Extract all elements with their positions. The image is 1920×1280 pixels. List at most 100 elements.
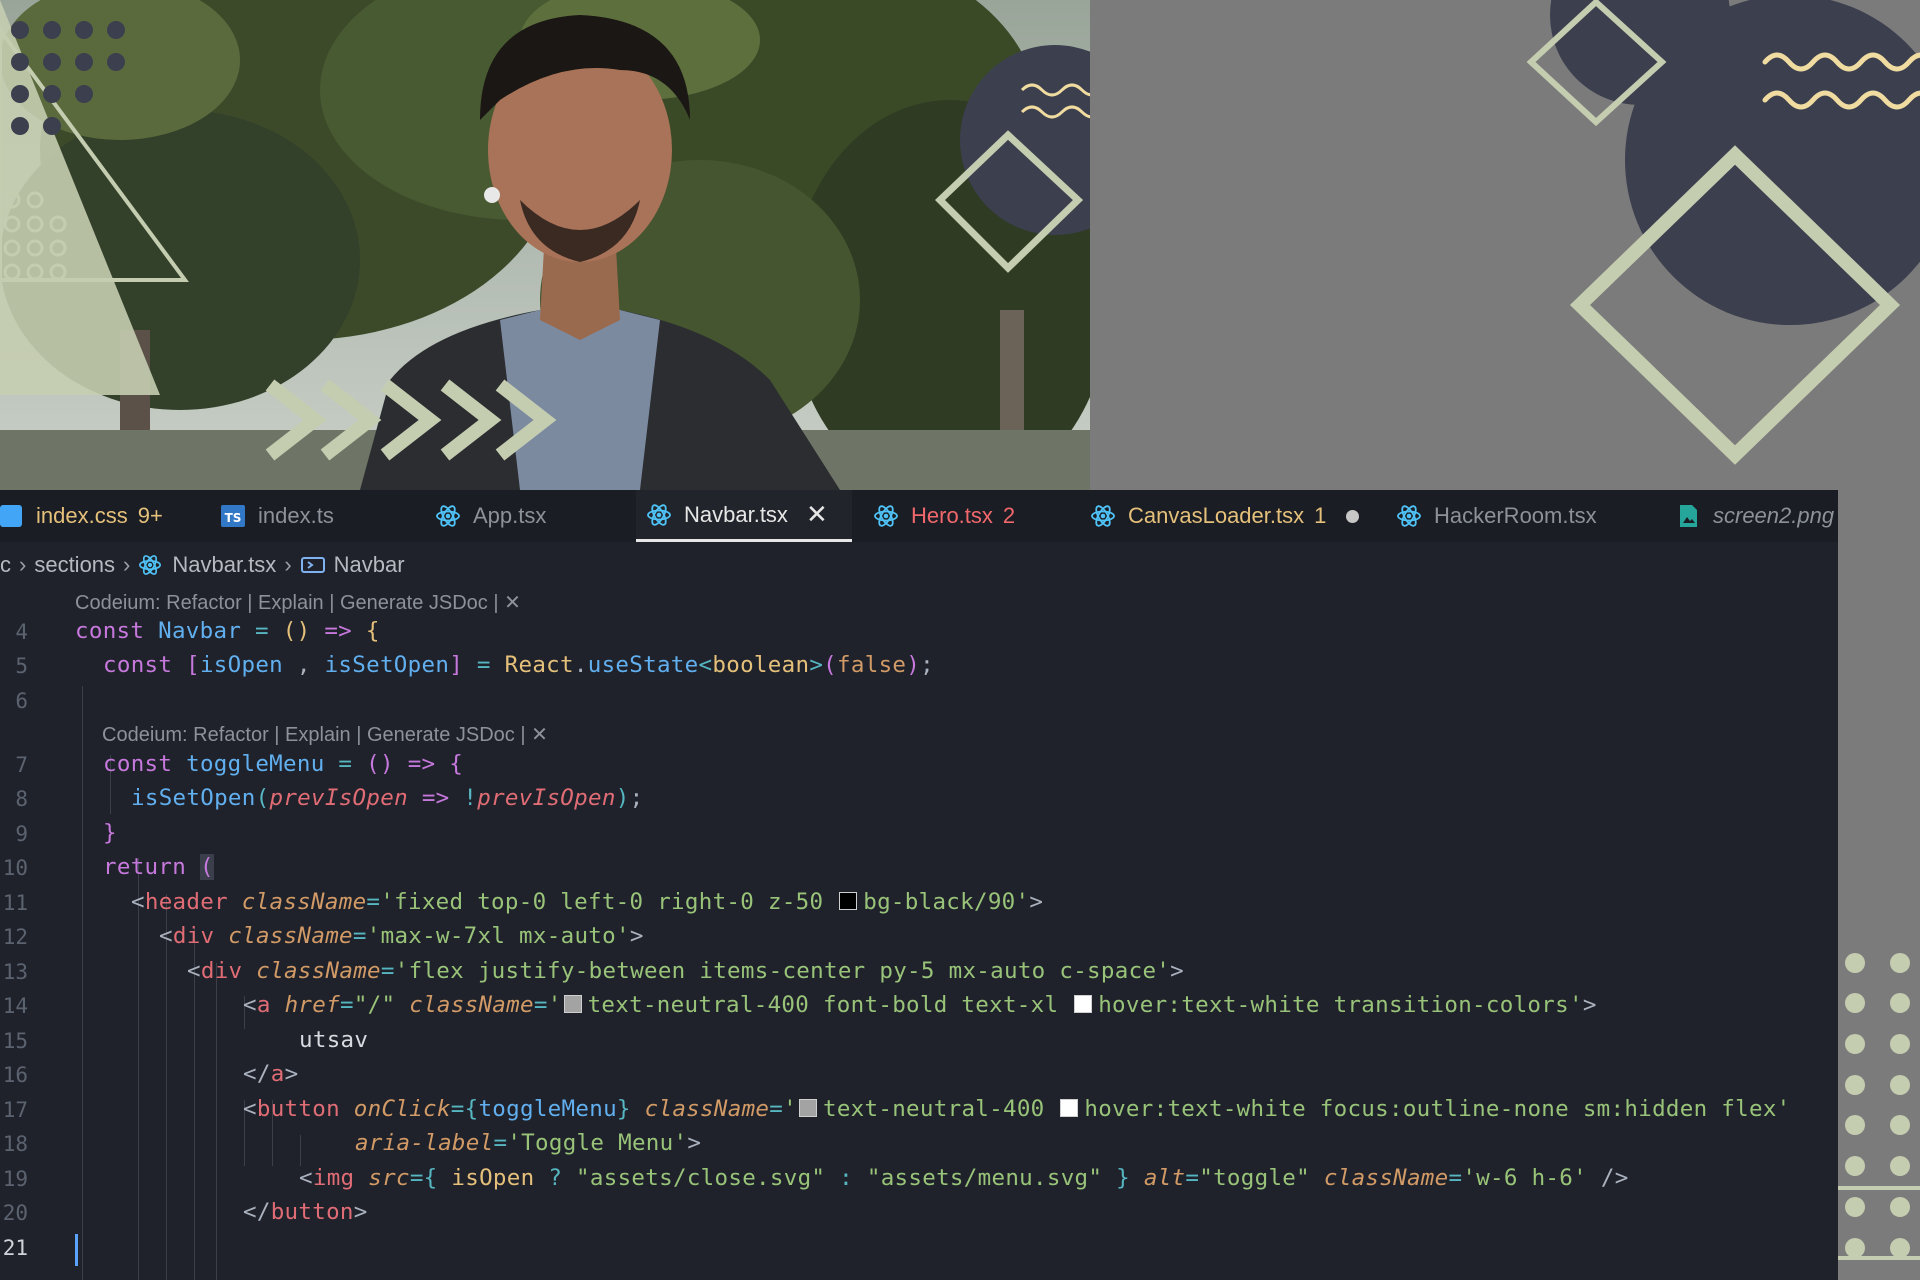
- line-number: 11: [2, 891, 28, 915]
- operator: =: [409, 1165, 424, 1191]
- code-line[interactable]: const toggleMenu = () => {: [103, 751, 463, 777]
- unsaved-dot-icon: [1346, 509, 1360, 523]
- tag: img: [312, 1165, 355, 1191]
- operator: =: [1185, 1165, 1200, 1191]
- text-cursor: [75, 1234, 78, 1266]
- codeium-code-lens[interactable]: Codeium: Refactor | Explain | Generate J…: [102, 722, 548, 747]
- operator: =: [1448, 1165, 1463, 1191]
- color-swatch[interactable]: [1074, 995, 1093, 1013]
- identifier: isSetOpen: [324, 652, 450, 678]
- color-swatch[interactable]: [798, 1099, 817, 1117]
- code-line[interactable]: const Navbar = () => {: [75, 618, 380, 644]
- tab-app-tsx[interactable]: App.tsx: [425, 490, 625, 542]
- punct: {: [423, 1165, 438, 1191]
- keyword: return: [103, 854, 187, 880]
- attribute: className: [241, 889, 367, 915]
- string: text-neutral-400: [822, 1096, 1059, 1122]
- punct: </: [243, 1199, 271, 1225]
- tab-bar: index.css 9+ TS index.ts App.tsx Navbar.…: [0, 490, 1838, 542]
- operator: =: [493, 1130, 508, 1156]
- punct: >: [629, 923, 644, 949]
- keyword: const: [103, 652, 173, 678]
- profile-photo: [0, 0, 1090, 490]
- tab-navbar-tsx[interactable]: Navbar.tsx ✕: [636, 490, 852, 542]
- breadcrumb: c › sections › Navbar.tsx › Navbar: [0, 542, 1838, 588]
- punct: {: [365, 618, 380, 644]
- punct: (): [366, 751, 394, 777]
- tab-hackerroom-tsx[interactable]: HackerRoom.tsx: [1386, 490, 1636, 542]
- codeium-code-lens[interactable]: Codeium: Refactor | Explain | Generate J…: [75, 590, 521, 615]
- tab-canvasloader-tsx[interactable]: CanvasLoader.tsx 1: [1080, 490, 1370, 542]
- punct: >: [1582, 992, 1597, 1018]
- color-swatch[interactable]: [839, 892, 858, 910]
- code-line[interactable]: <img src={ isOpen ? "assets/close.svg" :…: [299, 1165, 1629, 1191]
- line-number: 20: [2, 1201, 28, 1225]
- operator: :: [839, 1165, 853, 1191]
- punct: >: [353, 1199, 368, 1225]
- react-file-icon: [139, 555, 162, 575]
- tag: div: [172, 923, 215, 949]
- punct: .: [573, 652, 588, 678]
- indent-guide: [300, 1135, 301, 1166]
- code-editor: index.css 9+ TS index.ts App.tsx Navbar.…: [0, 490, 1838, 1280]
- punct: ): [615, 785, 630, 811]
- code-area[interactable]: Codeium: Refactor | Explain | Generate J…: [0, 588, 1838, 1280]
- attribute: aria-label: [355, 1130, 494, 1156]
- tab-badge: 9+: [137, 503, 163, 528]
- react-file-icon: [1091, 505, 1115, 527]
- identifier: React: [504, 652, 574, 678]
- color-swatch[interactable]: [1060, 1099, 1079, 1117]
- code-line[interactable]: <div className='max-w-7xl mx-auto'>: [159, 923, 644, 949]
- code-line[interactable]: <button onClick={toggleMenu} className='…: [243, 1096, 1791, 1122]
- attribute: className: [228, 923, 353, 949]
- react-file-icon: [647, 503, 671, 526]
- operator: =: [339, 992, 354, 1018]
- code-line[interactable]: </button>: [243, 1199, 368, 1225]
- tag: div: [200, 958, 243, 984]
- breadcrumb-folder[interactable]: sections: [34, 552, 115, 578]
- code-line[interactable]: </a>: [243, 1061, 298, 1087]
- identifier: toggleMenu: [186, 751, 325, 777]
- code-line[interactable]: isSetOpen(prevIsOpen => !prevIsOpen);: [131, 785, 643, 811]
- tab-index-css[interactable]: index.css 9+: [0, 490, 198, 542]
- code-line[interactable]: return (: [103, 854, 214, 880]
- identifier: useState: [587, 652, 699, 678]
- chevron-right-icon: ›: [284, 552, 292, 577]
- line-number: 15: [2, 1029, 28, 1053]
- string: hover:text-white transition-colors': [1098, 992, 1583, 1018]
- code-line[interactable]: const [isOpen , isSetOpen] = React.useSt…: [103, 652, 934, 678]
- keyword: const: [75, 618, 145, 644]
- tag: a: [256, 992, 271, 1018]
- punct: <: [299, 1165, 313, 1191]
- tab-hero-tsx[interactable]: Hero.tsx 2: [863, 490, 1063, 542]
- line-number: 17: [2, 1098, 28, 1122]
- attribute: className: [1323, 1165, 1449, 1191]
- indent-guide: [166, 894, 167, 1280]
- line-number: 14: [2, 994, 28, 1018]
- identifier: toggleMenu: [478, 1096, 617, 1122]
- code-line[interactable]: aria-label='Toggle Menu'>: [355, 1130, 701, 1156]
- breadcrumb-file[interactable]: Navbar.tsx: [172, 552, 276, 578]
- code-line[interactable]: <div className='flex justify-between ite…: [187, 958, 1184, 984]
- line-number: 7: [15, 753, 28, 777]
- code-line[interactable]: <a href="/" className=' text-neutral-400 …: [243, 992, 1597, 1018]
- tab-label: HackerRoom.tsx: [1434, 503, 1597, 528]
- parameter: prevIsOpen: [477, 785, 616, 811]
- tab-screen2-png[interactable]: screen2.png: [1665, 490, 1838, 542]
- tab-label: App.tsx: [473, 503, 547, 528]
- punct: ;: [920, 652, 934, 678]
- typescript-file-icon: TS: [221, 505, 245, 527]
- breadcrumb-root[interactable]: c: [0, 552, 11, 578]
- line-number: 10: [2, 856, 28, 880]
- color-swatch[interactable]: [563, 995, 582, 1013]
- punct: ): [906, 652, 921, 678]
- image-file-icon: [1680, 505, 1697, 527]
- code-line[interactable]: <header className='fixed top-0 left-0 ri…: [131, 889, 1043, 915]
- code-line[interactable]: }: [103, 820, 117, 846]
- punct: <: [698, 652, 713, 678]
- tab-index-ts[interactable]: TS index.ts: [210, 490, 410, 542]
- close-icon[interactable]: ✕: [806, 499, 828, 530]
- breadcrumb-symbol[interactable]: Navbar: [334, 552, 405, 578]
- indent-guide: [216, 963, 217, 1280]
- code-line[interactable]: utsav: [299, 1027, 368, 1053]
